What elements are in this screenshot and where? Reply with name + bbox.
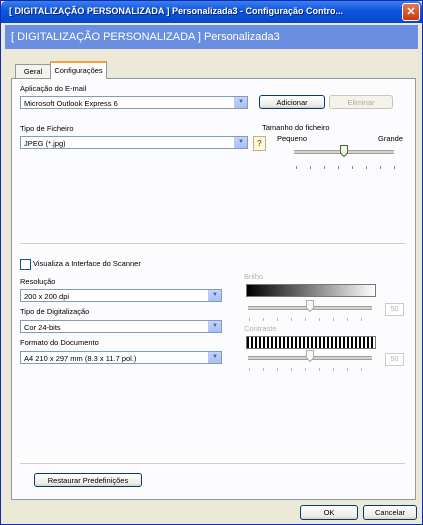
- contrast-label: Contraste: [244, 324, 277, 333]
- contrast-ticks: [249, 368, 373, 371]
- section-divider: [20, 243, 405, 245]
- title-bar[interactable]: [ DIGITALIZAÇÃO PERSONALIZADA ] Personal…: [1, 1, 422, 23]
- file-size-min-label: Pequeno: [277, 134, 308, 143]
- file-type-value: JPEG (*.jpg): [24, 139, 66, 148]
- tab-geral[interactable]: Geral: [15, 64, 51, 78]
- chevron-down-icon: ▼: [234, 137, 247, 148]
- cancel-button[interactable]: Cancelar: [363, 505, 417, 520]
- doc-format-value: A4 210 x 297 mm (8.3 x 11.7 pol.): [24, 354, 137, 363]
- header-banner: [ DIGITALIZAÇÃO PERSONALIZADA ] Personal…: [5, 25, 418, 49]
- email-app-select[interactable]: Microsoft Outlook Express 6 ▼: [20, 96, 248, 109]
- settings-panel: Aplicação do E-mail Microsoft Outlook Ex…: [11, 78, 416, 500]
- window-title: [ DIGITALIZAÇÃO PERSONALIZADA ] Personal…: [9, 6, 344, 16]
- scan-type-select[interactable]: Cor 24-bits ▼: [20, 320, 222, 333]
- dialog-window: [ DIGITALIZAÇÃO PERSONALIZADA ] Personal…: [0, 0, 423, 525]
- chevron-down-icon: ▼: [208, 352, 221, 363]
- brightness-value[interactable]: 50: [385, 303, 404, 316]
- doc-format-select[interactable]: A4 210 x 297 mm (8.3 x 11.7 pol.) ▼: [20, 351, 222, 364]
- brightness-gradient-bar: [246, 284, 376, 297]
- resolution-select[interactable]: 200 x 200 dpi ▼: [20, 289, 222, 302]
- bottom-divider: [20, 463, 405, 465]
- file-size-slider-thumb[interactable]: [340, 145, 348, 157]
- file-size-label: Tamanho do ficheiro: [262, 123, 330, 132]
- remove-button[interactable]: Eliminar: [329, 95, 393, 109]
- help-icon[interactable]: ?: [253, 136, 266, 151]
- chevron-down-icon: ▼: [234, 97, 247, 108]
- add-button[interactable]: Adicionar: [259, 95, 325, 109]
- resolution-value: 200 x 200 dpi: [24, 292, 70, 301]
- brightness-label: Brilho: [244, 272, 264, 281]
- tab-configuracoes[interactable]: Configurações: [50, 61, 107, 79]
- file-type-label: Tipo de Ficheiro: [20, 124, 74, 133]
- brightness-slider-thumb[interactable]: [306, 300, 314, 312]
- resolution-label: Resolução: [20, 277, 56, 286]
- scanner-ui-label: Visualiza a Interface do Scanner: [33, 259, 141, 268]
- file-size-ticks: [296, 166, 396, 169]
- restore-defaults-button[interactable]: Restaurar Predefinições: [34, 473, 142, 487]
- scan-type-value: Cor 24-bits: [24, 323, 61, 332]
- brightness-ticks: [249, 318, 373, 321]
- doc-format-label: Formato do Documento: [20, 338, 99, 347]
- file-size-max-label: Grande: [378, 134, 404, 143]
- email-app-label: Aplicação do E-mail: [20, 84, 87, 93]
- contrast-pattern-bar: [246, 336, 376, 349]
- contrast-value[interactable]: 50: [385, 353, 404, 366]
- chevron-down-icon: ▼: [208, 290, 221, 301]
- chevron-down-icon: ▼: [208, 321, 221, 332]
- ok-button[interactable]: OK: [300, 505, 358, 520]
- scan-type-label: Tipo de Digitalização: [20, 307, 90, 316]
- file-type-select[interactable]: JPEG (*.jpg) ▼: [20, 136, 248, 149]
- scanner-ui-checkbox[interactable]: [20, 259, 31, 270]
- close-button[interactable]: ✕: [402, 3, 420, 21]
- email-app-value: Microsoft Outlook Express 6: [24, 99, 118, 108]
- contrast-slider-thumb[interactable]: [306, 350, 314, 362]
